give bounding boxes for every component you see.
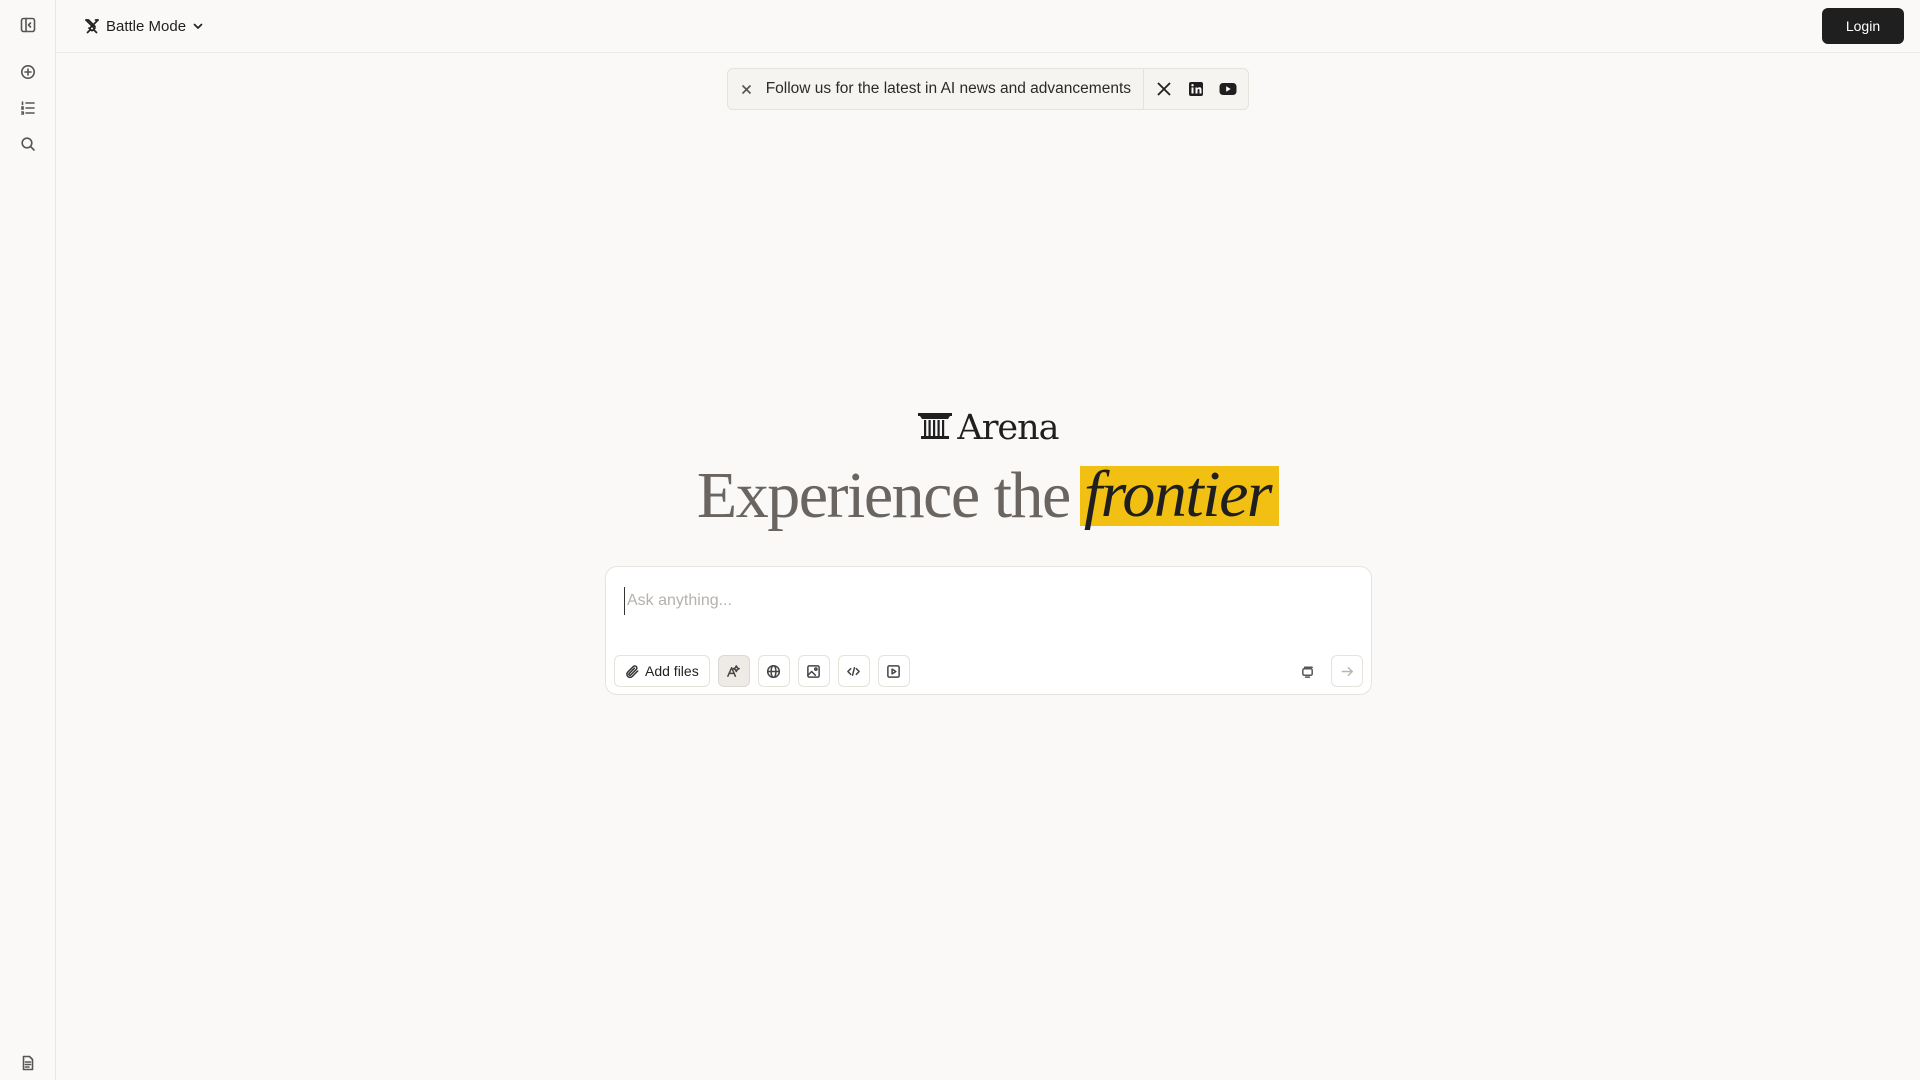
youtube-icon[interactable]	[1212, 69, 1244, 109]
prompt-composer: Add files	[605, 566, 1372, 695]
social-banner: Follow us for the latest in AI news and …	[727, 68, 1249, 110]
search-icon[interactable]	[16, 132, 40, 156]
top-bar: Battle Mode Login	[56, 0, 1920, 53]
web-search-icon[interactable]	[757, 655, 790, 687]
paperclip-icon	[626, 664, 639, 678]
add-files-label: Add files	[645, 663, 699, 679]
composer-actions	[1291, 655, 1363, 687]
battle-mode-selector[interactable]: Battle Mode	[84, 13, 204, 39]
sidebar-toggle-icon[interactable]	[16, 13, 40, 37]
leaderboard-icon[interactable]	[16, 96, 40, 120]
banner-text: Follow us for the latest in AI news and …	[765, 80, 1131, 97]
auto-mode-icon[interactable]	[717, 655, 750, 687]
send-button[interactable]	[1331, 655, 1363, 687]
social-links	[1143, 69, 1248, 109]
x-icon[interactable]	[1148, 69, 1180, 109]
chevron-down-icon	[193, 23, 203, 29]
arrow-right-icon	[1341, 666, 1353, 676]
sidebar	[0, 0, 56, 1080]
compare-icon[interactable]	[1291, 655, 1323, 687]
headline-prefix: Experience the	[696, 459, 1071, 532]
video-icon[interactable]	[877, 655, 910, 687]
headline-highlight: frontier	[1079, 458, 1280, 531]
document-icon[interactable]	[16, 1051, 40, 1075]
composer-tools: Add files	[614, 655, 910, 687]
column-logo-icon	[917, 411, 953, 446]
linkedin-icon[interactable]	[1180, 69, 1212, 109]
new-chat-icon[interactable]	[16, 60, 40, 84]
logo-text: Arena	[957, 408, 1059, 448]
add-files-button[interactable]: Add files	[614, 655, 710, 687]
arena-logo: Arena	[0, 408, 1920, 448]
battle-mode-label: Battle Mode	[106, 17, 187, 35]
prompt-input[interactable]	[624, 587, 1344, 615]
close-icon[interactable]	[728, 69, 766, 109]
image-icon[interactable]	[797, 655, 830, 687]
headline: Experience the frontier	[56, 458, 1920, 532]
login-button[interactable]: Login	[1822, 8, 1904, 44]
code-icon[interactable]	[837, 655, 870, 687]
swords-icon	[85, 19, 99, 34]
